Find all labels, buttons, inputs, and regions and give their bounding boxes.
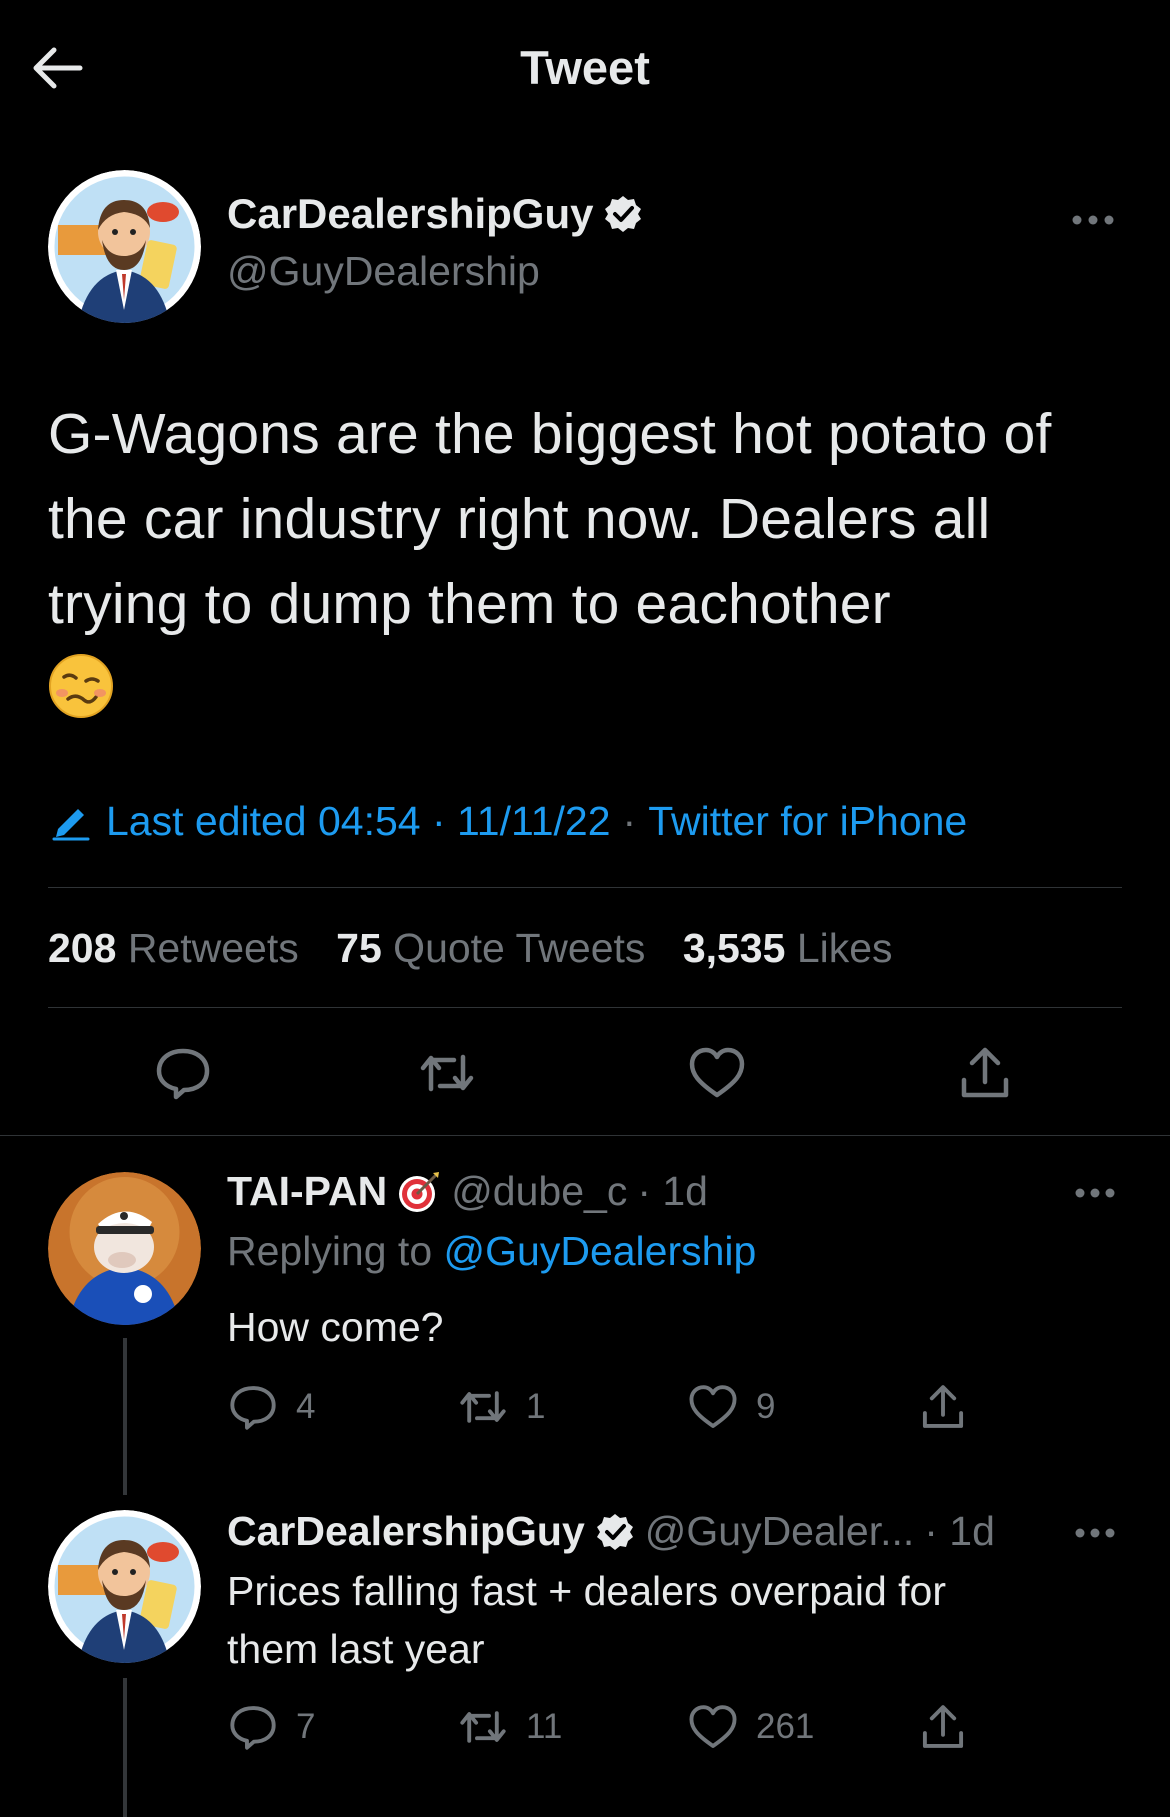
like-count: 261 bbox=[756, 1707, 815, 1746]
like-action[interactable]: 9 bbox=[688, 1382, 775, 1432]
top-bar: Tweet bbox=[0, 0, 1170, 140]
thread-connector-line bbox=[123, 1678, 127, 1817]
reply-author-name[interactable]: CarDealershipGuy bbox=[227, 1508, 585, 1555]
retweet-action[interactable]: 11 bbox=[458, 1702, 562, 1752]
page-title: Tweet bbox=[520, 41, 650, 94]
reply-avatar[interactable] bbox=[48, 1172, 201, 1325]
reply-action[interactable]: 7 bbox=[228, 1702, 315, 1752]
more-options-icon[interactable] bbox=[1068, 200, 1118, 240]
author-display-name: CarDealershipGuy bbox=[227, 190, 594, 237]
reply-author-name[interactable]: TAI-PAN bbox=[227, 1168, 387, 1215]
reply-author-handle[interactable]: @dube_c bbox=[451, 1168, 627, 1215]
more-options-icon[interactable] bbox=[1072, 1178, 1118, 1208]
reply-timestamp[interactable]: · 1d bbox=[637, 1168, 708, 1215]
reply-avatar[interactable] bbox=[48, 1510, 201, 1663]
reply-header: TAI-PAN @dube_c · 1d bbox=[227, 1168, 708, 1215]
like-heart-icon bbox=[689, 1385, 737, 1428]
reply-icon bbox=[230, 1706, 276, 1750]
more-options-icon[interactable] bbox=[1072, 1518, 1118, 1548]
verified-badge-icon bbox=[596, 1513, 633, 1550]
like-action[interactable]: 261 bbox=[688, 1702, 814, 1752]
direct-hit-target-emoji-icon bbox=[399, 1171, 440, 1212]
like-count: 9 bbox=[756, 1387, 776, 1426]
verified-badge-icon bbox=[605, 196, 642, 232]
reply-icon[interactable] bbox=[154, 1044, 212, 1102]
reply-count: 7 bbox=[296, 1707, 316, 1746]
edit-history-link[interactable]: Last edited 04:54 · 11/11/22 bbox=[106, 798, 611, 845]
source-link[interactable]: Twitter for iPhone bbox=[648, 798, 967, 845]
tweet-body: G-Wagons are the biggest hot potato of t… bbox=[48, 392, 1128, 719]
retweet-icon bbox=[460, 1391, 506, 1423]
reply-text: How come? bbox=[227, 1304, 444, 1350]
retweet-action[interactable]: 1 bbox=[458, 1382, 545, 1432]
divider bbox=[0, 1135, 1170, 1136]
edit-pencil-icon bbox=[52, 808, 90, 840]
retweet-count: 11 bbox=[526, 1707, 563, 1746]
reply-text: Prices falling fast + dealers overpaid f… bbox=[227, 1568, 947, 1672]
reply-timestamp[interactable]: · 1d bbox=[924, 1508, 995, 1555]
share-action[interactable] bbox=[918, 1382, 968, 1432]
reply-header: CarDealershipGuy @GuyDealer... · 1d bbox=[227, 1508, 995, 1555]
divider bbox=[48, 887, 1122, 888]
retweet-icon[interactable] bbox=[418, 1044, 476, 1102]
retweets-stat[interactable]: 208 Retweets bbox=[48, 925, 299, 971]
separator-dot: · bbox=[622, 798, 637, 844]
share-icon bbox=[922, 1705, 964, 1748]
author-handle[interactable]: @GuyDealership bbox=[227, 248, 540, 295]
woozy-face-emoji-icon bbox=[49, 654, 113, 718]
likes-stat[interactable]: 3,535 Likes bbox=[683, 925, 893, 971]
retweet-icon bbox=[460, 1711, 506, 1743]
engagement-stats: 208 Retweets 75 Quote Tweets 3,535 Likes bbox=[48, 925, 919, 972]
share-icon[interactable] bbox=[956, 1044, 1014, 1102]
quote-tweets-stat[interactable]: 75 Quote Tweets bbox=[336, 925, 645, 971]
like-heart-icon bbox=[689, 1705, 737, 1748]
thread-connector-line bbox=[123, 1338, 127, 1495]
reply-author-handle[interactable]: @GuyDealer... bbox=[645, 1508, 915, 1555]
retweet-count: 1 bbox=[526, 1387, 546, 1426]
tweet-detail-page: Tweet CarDealershipGuy @GuyDealership G-… bbox=[0, 0, 1170, 1817]
share-action[interactable] bbox=[918, 1702, 968, 1752]
replying-to-prefix: Replying to bbox=[227, 1228, 433, 1274]
reply-icon bbox=[230, 1386, 276, 1430]
reply-action[interactable]: 4 bbox=[228, 1382, 315, 1432]
share-icon bbox=[922, 1385, 964, 1428]
replying-to: Replying to @GuyDealership bbox=[227, 1228, 756, 1275]
replying-to-link[interactable]: @GuyDealership bbox=[444, 1228, 757, 1274]
author-avatar[interactable] bbox=[48, 170, 201, 323]
tweet-text: G-Wagons are the biggest hot potato of t… bbox=[48, 402, 1052, 636]
reply-count: 4 bbox=[296, 1387, 316, 1426]
tweet-meta: Last edited 04:54 · 11/11/22 · Twitter f… bbox=[50, 798, 967, 845]
like-heart-icon[interactable] bbox=[688, 1044, 746, 1102]
author-name[interactable]: CarDealershipGuy bbox=[227, 190, 643, 238]
divider bbox=[48, 1007, 1122, 1008]
